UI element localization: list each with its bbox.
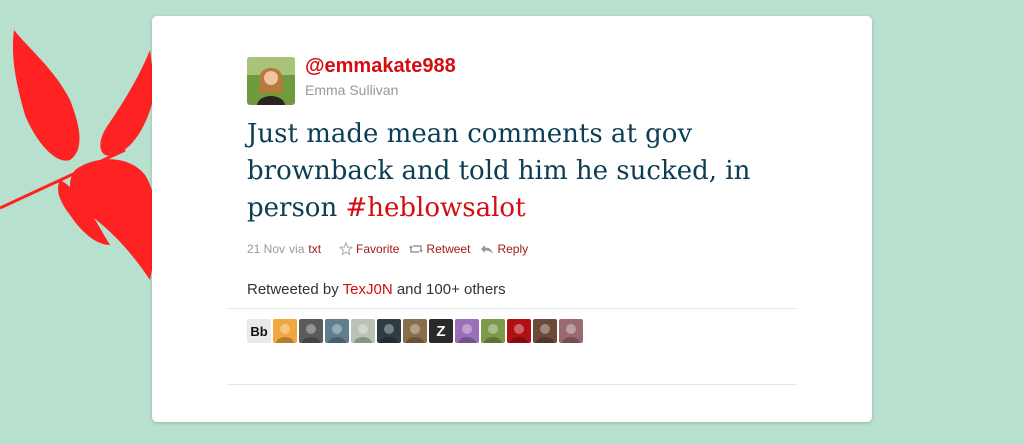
retweeter-avatar-portrait-1[interactable] <box>377 319 401 343</box>
reply-icon <box>481 245 494 254</box>
tweet-date[interactable]: 21 Nov <box>247 242 285 256</box>
avatar-photo <box>247 57 295 105</box>
retweet-button[interactable]: Retweet <box>409 242 470 256</box>
retweeter-avatars: Bb Z <box>247 319 585 343</box>
tweet-meta: 21 Nov via txt Favorite Retweet Reply <box>247 242 528 256</box>
divider <box>227 384 797 385</box>
retweeter-avatar-bb[interactable]: Bb <box>247 319 271 343</box>
avatar-thumbnail <box>276 324 294 343</box>
reply-label: Reply <box>497 242 529 256</box>
retweeter-avatar-people-1[interactable] <box>325 319 349 343</box>
retweeter-avatar-face-1[interactable] <box>299 319 323 343</box>
leaf-background-art <box>0 30 157 280</box>
retweeter-avatar-portrait-4[interactable] <box>533 319 557 343</box>
star-icon <box>339 242 354 256</box>
retweeted-prefix: Retweeted by <box>247 281 339 298</box>
user-avatar[interactable] <box>247 57 295 105</box>
avatar-label: Bb <box>250 324 267 339</box>
via-source-link[interactable]: txt <box>308 242 321 256</box>
avatar-thumbnail <box>380 324 398 343</box>
avatar-thumbnail <box>458 324 476 343</box>
avatar-thumbnail <box>536 324 554 343</box>
divider <box>227 308 797 309</box>
hashtag-link[interactable]: #heblowsalot <box>345 193 525 223</box>
avatar-thumbnail <box>562 324 580 343</box>
tweet-text: Just made mean comments at gov brownback… <box>247 116 807 227</box>
avatar-thumbnail <box>354 324 372 343</box>
via-label: via <box>289 242 305 256</box>
retweet-icon <box>409 245 424 253</box>
reply-button[interactable]: Reply <box>480 242 528 256</box>
retweeter-avatar-portrait-3[interactable] <box>481 319 505 343</box>
retweeter-avatar-portrait-5[interactable] <box>559 319 583 343</box>
retweeter-avatar-z[interactable]: Z <box>429 319 453 343</box>
retweeter-link[interactable]: TexJ0N <box>343 281 393 298</box>
avatar-thumbnail <box>510 324 528 343</box>
avatar-thumbnail <box>328 324 346 343</box>
retweeter-avatar-anime[interactable] <box>455 319 479 343</box>
avatar-thumbnail: Bb <box>250 324 267 339</box>
retweeter-avatar-sketch[interactable] <box>351 319 375 343</box>
retweeter-avatar-together[interactable] <box>507 319 531 343</box>
avatar-thumbnail <box>302 324 320 343</box>
avatar-label: Z <box>436 323 445 340</box>
retweeter-avatar-egg[interactable] <box>273 319 297 343</box>
favorite-button[interactable]: Favorite <box>339 242 399 256</box>
avatar-thumbnail <box>484 324 502 343</box>
full-name: Emma Sullivan <box>305 82 399 98</box>
retweet-label: Retweet <box>426 242 471 256</box>
avatar-thumbnail: Z <box>436 323 445 340</box>
retweeted-by: Retweeted by TexJ0N and 100+ others <box>247 281 506 298</box>
avatar-thumbnail <box>406 324 424 343</box>
screen-name-link[interactable]: @emmakate988 <box>305 55 456 78</box>
retweeted-suffix: and 100+ others <box>396 281 506 298</box>
favorite-label: Favorite <box>356 242 400 256</box>
tweet-card: @emmakate988 Emma Sullivan Just made mea… <box>152 16 872 422</box>
retweeter-avatar-portrait-2[interactable] <box>403 319 427 343</box>
